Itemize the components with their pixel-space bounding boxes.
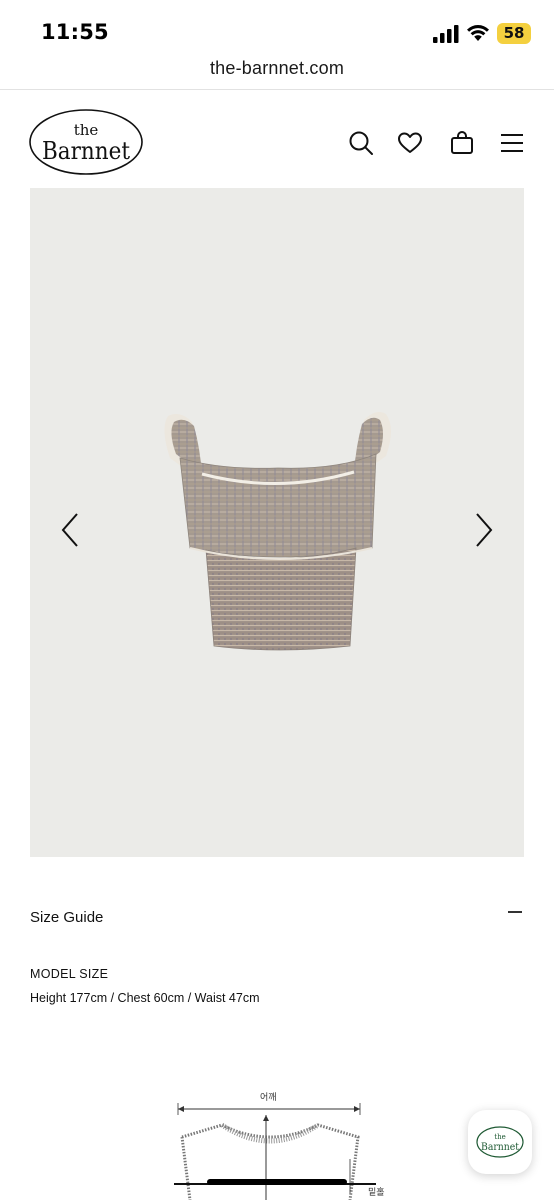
model-size-title: MODEL SIZE xyxy=(30,967,109,981)
home-indicator[interactable] xyxy=(207,1179,347,1185)
diagram-shoulder-label: 어깨 xyxy=(260,1093,277,1103)
diagram-side-label: 밑홀 xyxy=(368,1188,385,1198)
status-time: 11:55 xyxy=(41,20,109,44)
signal-icon xyxy=(433,25,459,43)
model-size-detail: Height 177cm / Chest 60cm / Waist 47cm xyxy=(30,991,260,1005)
site-header: the Barnnet xyxy=(0,91,554,187)
battery-indicator: 58 xyxy=(497,23,531,44)
collapse-icon xyxy=(508,911,522,913)
product-gallery xyxy=(30,188,524,857)
floating-brand-badge[interactable]: the Barnnet xyxy=(468,1110,532,1174)
search-icon[interactable] xyxy=(347,129,375,157)
badge-text-main: Barnnet xyxy=(481,1142,519,1153)
brand-logo[interactable]: the Barnnet xyxy=(28,108,144,176)
url-text: the-barnnet.com xyxy=(209,58,345,78)
product-image-smocked-top xyxy=(164,412,391,651)
logo-text-main: Barnnet xyxy=(42,137,130,165)
bag-icon[interactable] xyxy=(448,129,476,157)
status-bar: 11:55 58 xyxy=(0,0,554,52)
heart-icon[interactable] xyxy=(396,129,424,157)
size-guide-label: Size Guide xyxy=(30,909,104,926)
badge-text-top: the xyxy=(494,1133,505,1141)
size-guide-toggle[interactable]: Size Guide xyxy=(30,900,524,934)
wifi-icon xyxy=(467,25,489,41)
prev-image-arrow[interactable] xyxy=(58,510,84,550)
address-bar[interactable]: the-barnnet.com xyxy=(0,52,554,90)
menu-icon[interactable] xyxy=(498,129,526,157)
next-image-arrow[interactable] xyxy=(470,510,496,550)
